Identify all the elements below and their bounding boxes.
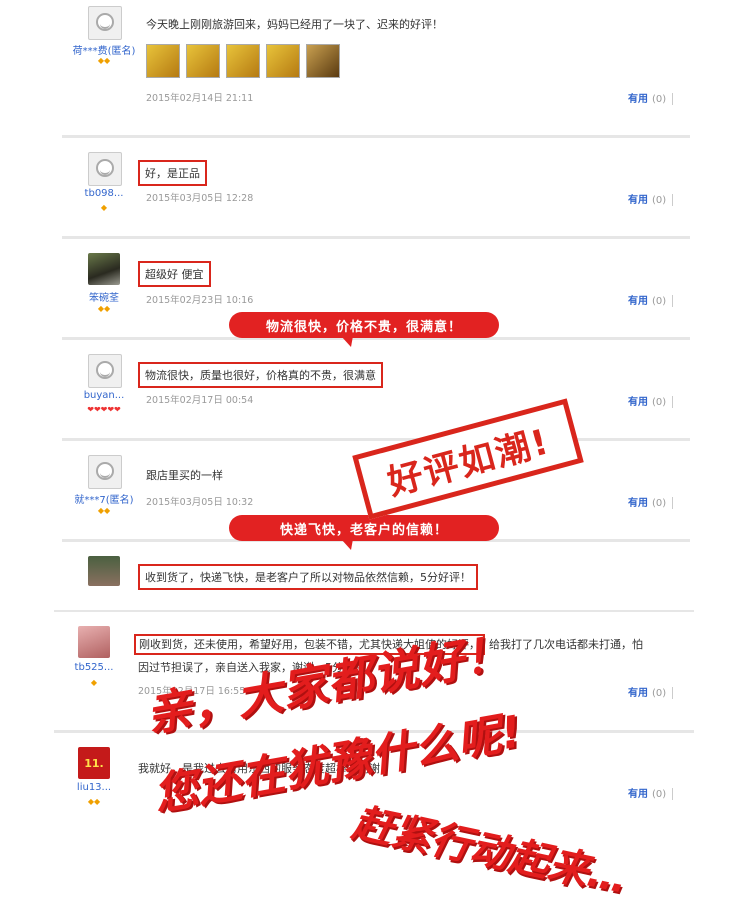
review-text-rest: 给我打了几次电话都未打通，怕 [489,638,643,651]
useful-count: (0) [652,688,667,699]
review-item: tb098... ◆ 好，是正品 2015年03月05日 12:28 有用 (0) [62,138,690,236]
avatar[interactable] [88,556,120,586]
useful-label[interactable]: 有用 [628,688,648,699]
review-text: 收到货了，快递飞快，是老客户了所以对物品依然信赖，5分好评！ [138,564,478,590]
review-photo[interactable] [306,44,340,78]
avatar[interactable] [88,354,122,388]
useful-count: (0) [652,296,667,307]
review-item: buyan... ❤❤❤❤❤ 物流很快，质量也很好，价格真的不贵，很满意 201… [62,340,690,438]
useful-label[interactable]: 有用 [628,94,648,105]
review-date: 2015年02月14日 21:11 [146,93,254,104]
review-item: 荷***费(匿名) ◆◆ 今天晚上刚刚旅游回来，妈妈已经用了一块了、迟来的好评！… [62,0,690,135]
review-text: 跟店里买的一样 [146,469,223,482]
useful-label[interactable]: 有用 [628,195,648,206]
rank-badge: ◆ [90,678,98,687]
useful-label[interactable]: 有用 [628,498,648,509]
reviewer-name[interactable]: tb525... [54,662,134,673]
useful-button[interactable]: 有用 (0) [628,191,674,206]
rank-badge: ◆◆ [87,797,101,806]
useful-label[interactable]: 有用 [628,789,648,800]
avatar[interactable] [88,152,122,186]
avatar[interactable] [88,455,122,489]
useful-label[interactable]: 有用 [628,296,648,307]
reviewer-name[interactable]: liu13... [54,782,134,793]
avatar[interactable] [88,6,122,40]
useful-button[interactable]: 有用 (0) [628,494,674,509]
callout-bubble-logistics: 物流很快，价格不贵，很满意！ [229,312,499,347]
avatar[interactable] [88,253,120,285]
review-photos [146,44,340,78]
useful-count: (0) [652,498,667,509]
rank-badge: ❤❤❤❤❤ [87,405,121,414]
review-date: 2015年03月05日 10:32 [146,497,254,508]
avatar[interactable]: 11. [78,747,110,779]
reviewer-name[interactable]: tb098... [64,188,144,199]
reviewer-name[interactable]: buyan... [64,390,144,401]
useful-button[interactable]: 有用 (0) [628,684,674,699]
useful-count: (0) [652,789,667,800]
rank-badge: ◆◆ [97,304,111,313]
review-date: 2015年02月23日 10:16 [146,295,254,306]
rank-badge: ◆◆ [97,56,111,65]
useful-button[interactable]: 有用 (0) [628,393,674,408]
useful-label[interactable]: 有用 [628,397,648,408]
rank-badge: ◆◆ [97,506,111,515]
review-text: 超级好 便宜 [138,261,211,287]
useful-button[interactable]: 有用 (0) [628,785,674,800]
useful-button[interactable]: 有用 (0) [628,292,674,307]
review-date: 2015年02月17日 00:54 [146,395,254,406]
review-item: 收到货了，快递飞快，是老客户了所以对物品依然信赖，5分好评！ [62,542,690,592]
review-text: 今天晚上刚刚旅游回来，妈妈已经用了一块了、迟来的好评！ [146,18,443,31]
review-photo[interactable] [146,44,180,78]
review-photo[interactable] [266,44,300,78]
review-photo[interactable] [186,44,220,78]
callout-bubble-delivery: 快递飞快，老客户的信赖！ [229,515,499,550]
review-text: 物流很快，质量也很好，价格真的不贵，很满意 [138,362,383,388]
useful-count: (0) [652,94,667,105]
useful-button[interactable]: 有用 (0) [628,90,674,105]
callout-text: 快递飞快，老客户的信赖！ [279,522,448,538]
review-photo[interactable] [226,44,260,78]
reviewer-name[interactable]: 荷***费(匿名) [64,42,144,57]
rank-badge: ◆ [100,203,108,212]
review-text: 好，是正品 [138,160,207,186]
review-date: 2015年03月05日 12:28 [146,193,254,204]
useful-count: (0) [652,397,667,408]
reviewer-name[interactable]: 笨碗荃 [64,289,144,304]
avatar[interactable] [78,626,110,658]
useful-count: (0) [652,195,667,206]
reviewer-name[interactable]: 就***7(匿名) [64,491,144,506]
callout-text: 物流很快，价格不贵，很满意！ [265,319,462,335]
